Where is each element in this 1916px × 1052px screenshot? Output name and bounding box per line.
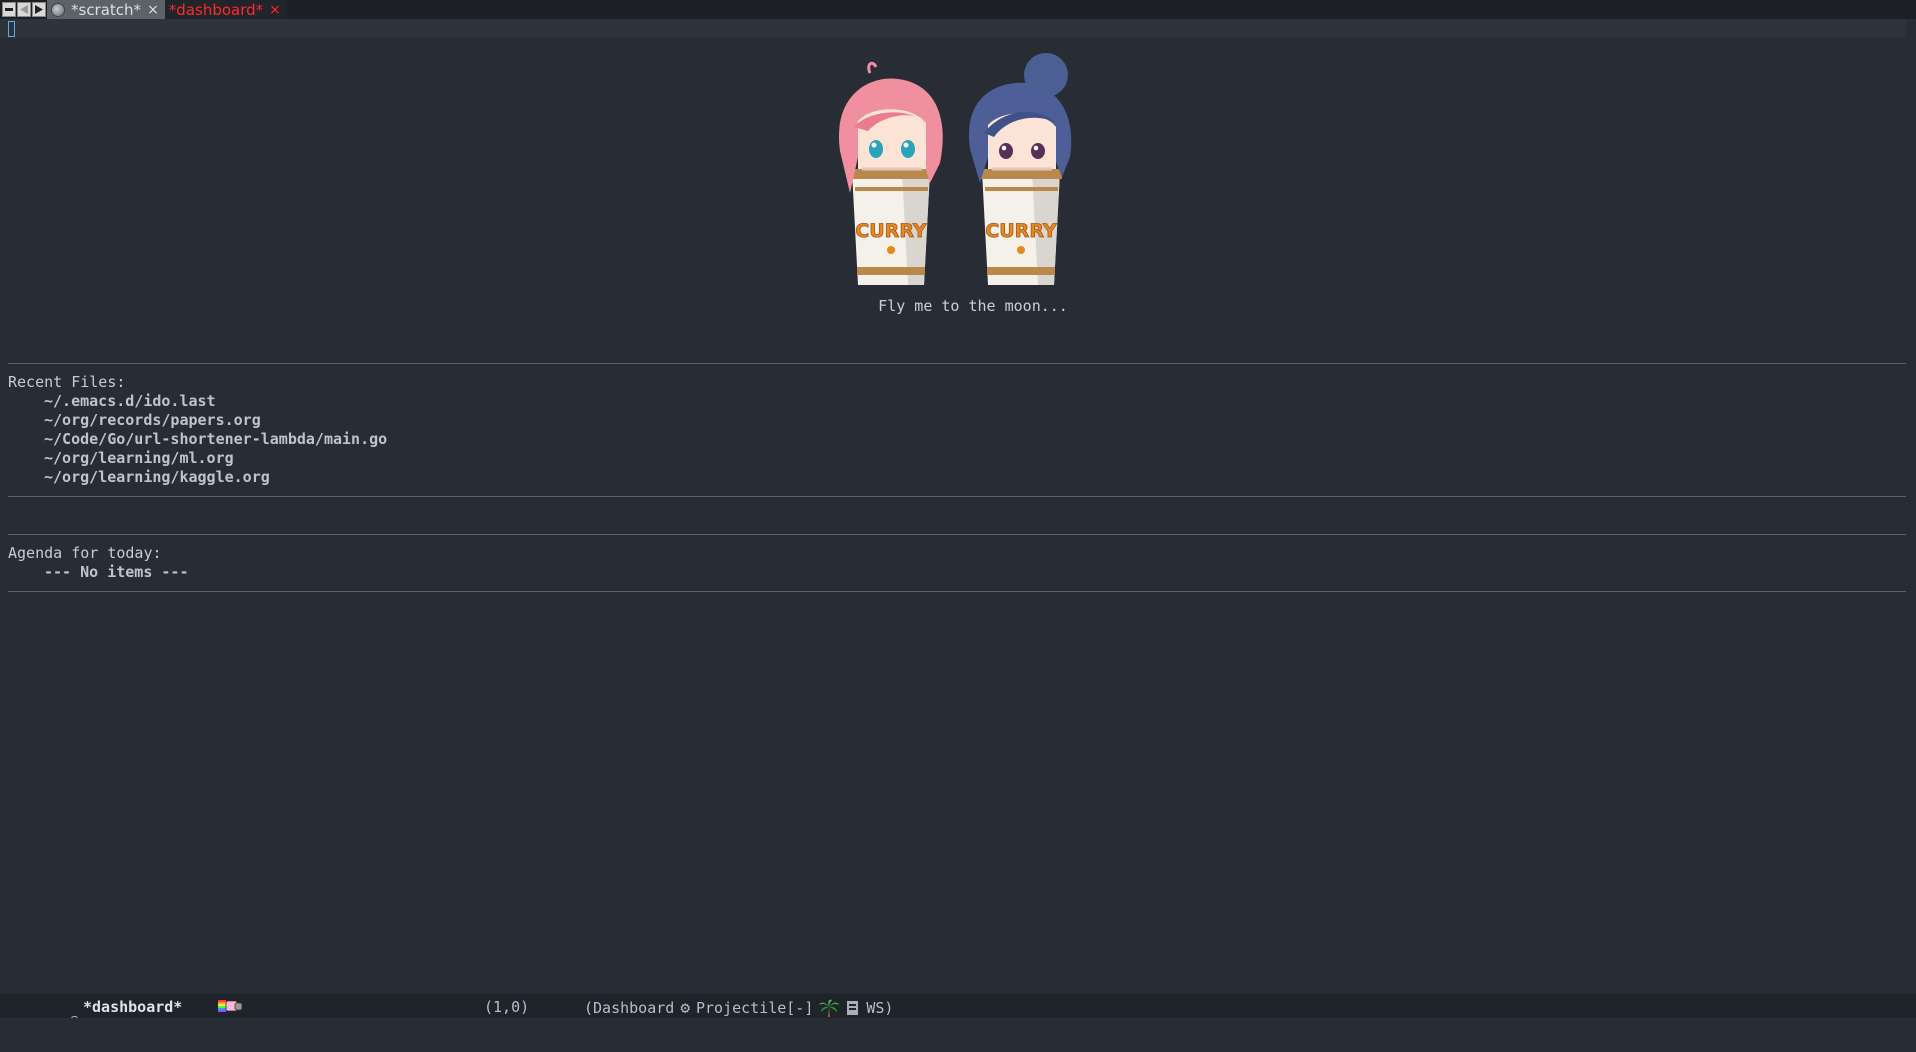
section-divider xyxy=(8,363,1906,364)
scroll-right-icon[interactable] xyxy=(32,2,46,17)
tab-dashboard[interactable]: *dashboard* × xyxy=(164,0,287,19)
minimize-icon[interactable] xyxy=(2,2,16,17)
tab-label: *scratch* xyxy=(71,0,142,19)
tab-scratch[interactable]: *scratch* × xyxy=(47,0,165,19)
recent-file-link[interactable]: ~/org/learning/ml.org xyxy=(44,449,234,467)
text-cursor xyxy=(8,21,15,37)
book-icon xyxy=(847,1000,859,1015)
close-icon[interactable]: × xyxy=(269,2,281,18)
current-line-highlight xyxy=(0,19,1906,38)
ws-mode: WS) xyxy=(866,998,894,1017)
tab-bar: *scratch* × *dashboard* × xyxy=(0,0,1916,19)
palm-tree-icon xyxy=(819,999,840,1017)
svg-text:CURRY: CURRY xyxy=(985,220,1057,242)
scroll-left-icon[interactable] xyxy=(17,2,31,17)
agenda-empty-text: --- No items --- xyxy=(44,563,189,581)
echo-area xyxy=(0,1018,1916,1036)
recent-files-heading: Recent Files: xyxy=(8,373,126,391)
agenda-heading: Agenda for today: xyxy=(8,544,162,562)
active-modes[interactable]: (Dashboard ⚙ Projectile[-] WS) xyxy=(584,998,893,1017)
projectile-mode: Projectile[-] xyxy=(695,998,814,1017)
mode-line: U? - *dashboard* (1,0) (Dashboard ⚙ Proj… xyxy=(0,993,1916,1034)
nyan-cat-icon xyxy=(218,1000,242,1012)
cursor-position: (1,0) xyxy=(484,998,530,1016)
dashboard-buffer[interactable]: CURRY CURRY Fly me to the moon... Recent… xyxy=(0,19,1916,993)
globe-icon xyxy=(51,2,65,17)
buffer-name[interactable]: *dashboard* xyxy=(83,998,182,1016)
section-divider xyxy=(8,496,1906,497)
recent-file-link[interactable]: ~/Code/Go/url-shortener-lambda/main.go xyxy=(44,430,387,448)
gear-icon: ⚙ xyxy=(680,998,690,1017)
svg-text:CURRY: CURRY xyxy=(855,220,927,242)
recent-file-link[interactable]: ~/org/learning/kaggle.org xyxy=(44,468,270,486)
tab-label: *dashboard* xyxy=(168,0,264,19)
dashboard-tagline: Fly me to the moon... xyxy=(878,297,1068,315)
major-mode: (Dashboard xyxy=(584,998,675,1017)
section-divider xyxy=(8,591,1906,592)
section-divider xyxy=(8,534,1906,535)
yuru-camp-curry-cups-banner: CURRY CURRY xyxy=(838,53,1072,285)
recent-file-link[interactable]: ~/org/records/papers.org xyxy=(44,411,261,429)
close-icon[interactable]: × xyxy=(147,2,159,18)
recent-file-link[interactable]: ~/.emacs.d/ido.last xyxy=(44,392,216,410)
